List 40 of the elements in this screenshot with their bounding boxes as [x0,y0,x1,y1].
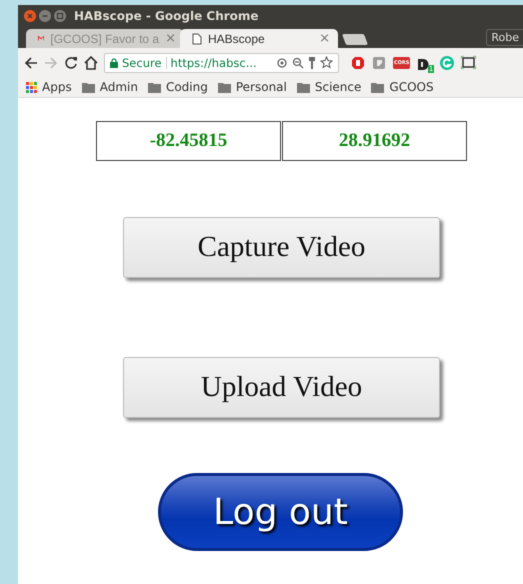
bookmark-link[interactable]: Coding [166,80,208,94]
home-icon[interactable] [84,56,98,70]
bookmark-link[interactable]: Science [314,80,362,94]
stop-sign-icon[interactable] [351,56,365,70]
close-icon[interactable] [24,10,36,22]
reload-icon[interactable] [64,56,78,70]
apps-grid-icon [26,82,37,92]
screen-capture-icon[interactable] [461,56,476,69]
maximize-icon[interactable] [54,10,66,22]
lock-icon [110,58,118,68]
folder-icon [82,82,95,92]
address-bar[interactable]: Secure https://habsc... [104,52,339,72]
folder-icon [296,82,310,92]
folder-icon [218,82,231,92]
d-extension-icon[interactable] [417,58,430,70]
location-icon[interactable] [276,56,288,68]
longitude-value: -82.45815 [96,121,281,161]
zoom-icon[interactable] [292,56,304,68]
browser-tab[interactable]: HABscope × [180,29,338,48]
profile-button[interactable]: Robe [486,29,523,46]
back-icon[interactable] [24,56,38,70]
window-title: HABscope - Google Chrome [74,9,259,23]
star-icon[interactable] [320,56,333,69]
bookmark-link[interactable]: Admin [100,80,138,94]
key-icon[interactable] [308,56,316,68]
bookmark-link[interactable]: Personal [236,80,287,94]
secure-label: Secure [122,56,162,70]
folder-icon [148,82,161,92]
close-tab-icon[interactable]: × [319,31,330,46]
url-text: https://habsc... [170,56,258,70]
bookmark-link[interactable]: Apps [42,80,72,94]
bookmark-link[interactable]: GCOOS [389,80,434,94]
folder-icon [371,82,384,92]
page-icon [192,32,202,44]
new-tab-button[interactable] [342,34,368,45]
capture-video-button[interactable]: Capture Video [123,217,440,278]
minimize-icon[interactable] [39,10,51,22]
upload-video-button[interactable]: Upload Video [123,357,440,418]
log-out-button[interactable]: Log out [158,473,403,551]
latitude-value: 28.91692 [282,121,467,161]
